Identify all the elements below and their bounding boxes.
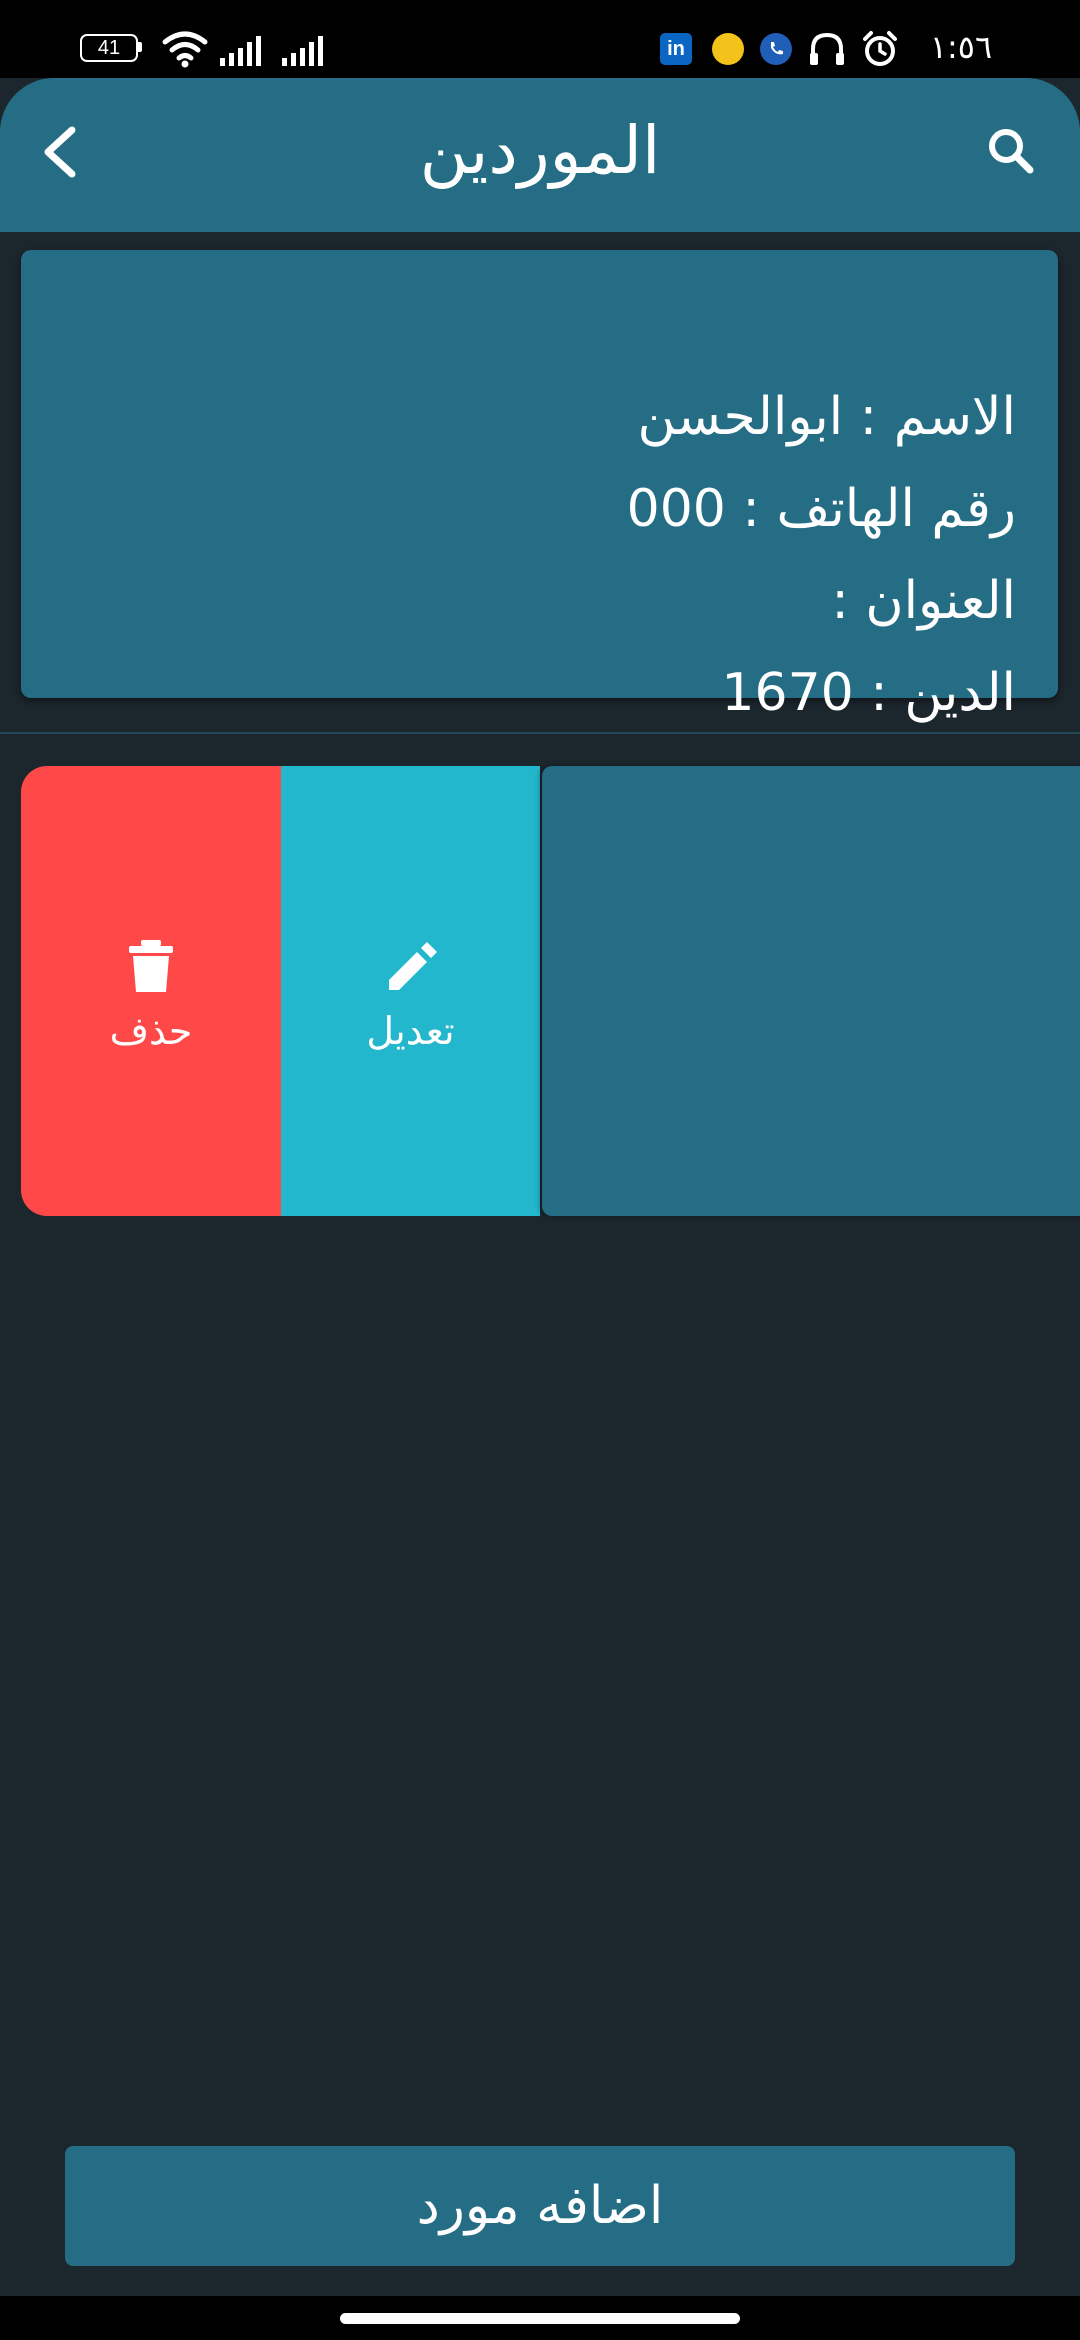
home-indicator[interactable]: [340, 2313, 740, 2324]
supplier-phone: رقم الهاتف : 000: [626, 479, 1016, 539]
wifi-icon: [162, 31, 208, 68]
search-button[interactable]: [976, 116, 1048, 188]
search-icon: [989, 129, 1034, 174]
delete-button[interactable]: حذف: [21, 766, 281, 1216]
supplier-debt: الدين : 1670: [721, 663, 1016, 723]
supplier-name: الاسم : ابوالحسن: [637, 387, 1016, 447]
edit-label: تعديل: [366, 1009, 455, 1053]
emoji-icon: [712, 33, 744, 65]
signal-icon: [282, 36, 323, 66]
battery-level: 41: [97, 37, 121, 59]
signal-icon: [220, 36, 261, 66]
app-bar: الموردين: [0, 78, 1080, 232]
alarm-icon: [863, 31, 897, 66]
page-title: الموردين: [419, 112, 661, 189]
list-item[interactable]: حذف تعديل: [21, 766, 1080, 1216]
delete-label: حذف: [109, 1009, 193, 1053]
trash-icon: [129, 940, 173, 992]
battery-icon: 41: [80, 34, 142, 62]
supplier-address: العنوان :: [831, 571, 1016, 631]
edit-button[interactable]: تعديل: [281, 766, 540, 1216]
headphones-icon: [810, 32, 844, 65]
add-supplier-button[interactable]: اضافه مورد: [65, 2146, 1015, 2266]
pencil-icon: [389, 942, 437, 990]
linkedin-icon: in: [660, 33, 692, 65]
divider: [0, 732, 1080, 734]
supplier-item-card[interactable]: [542, 766, 1080, 1216]
suppliers-screen: الموردين الاسم : ابوالحسن رقم الهاتف : 0…: [0, 78, 1080, 2296]
phone-icon: [760, 33, 792, 65]
supplier-info-card[interactable]: الاسم : ابوالحسن رقم الهاتف : 000 العنوا…: [21, 250, 1058, 723]
status-bar: 41 in ١:٥٦ ص: [0, 0, 1080, 112]
